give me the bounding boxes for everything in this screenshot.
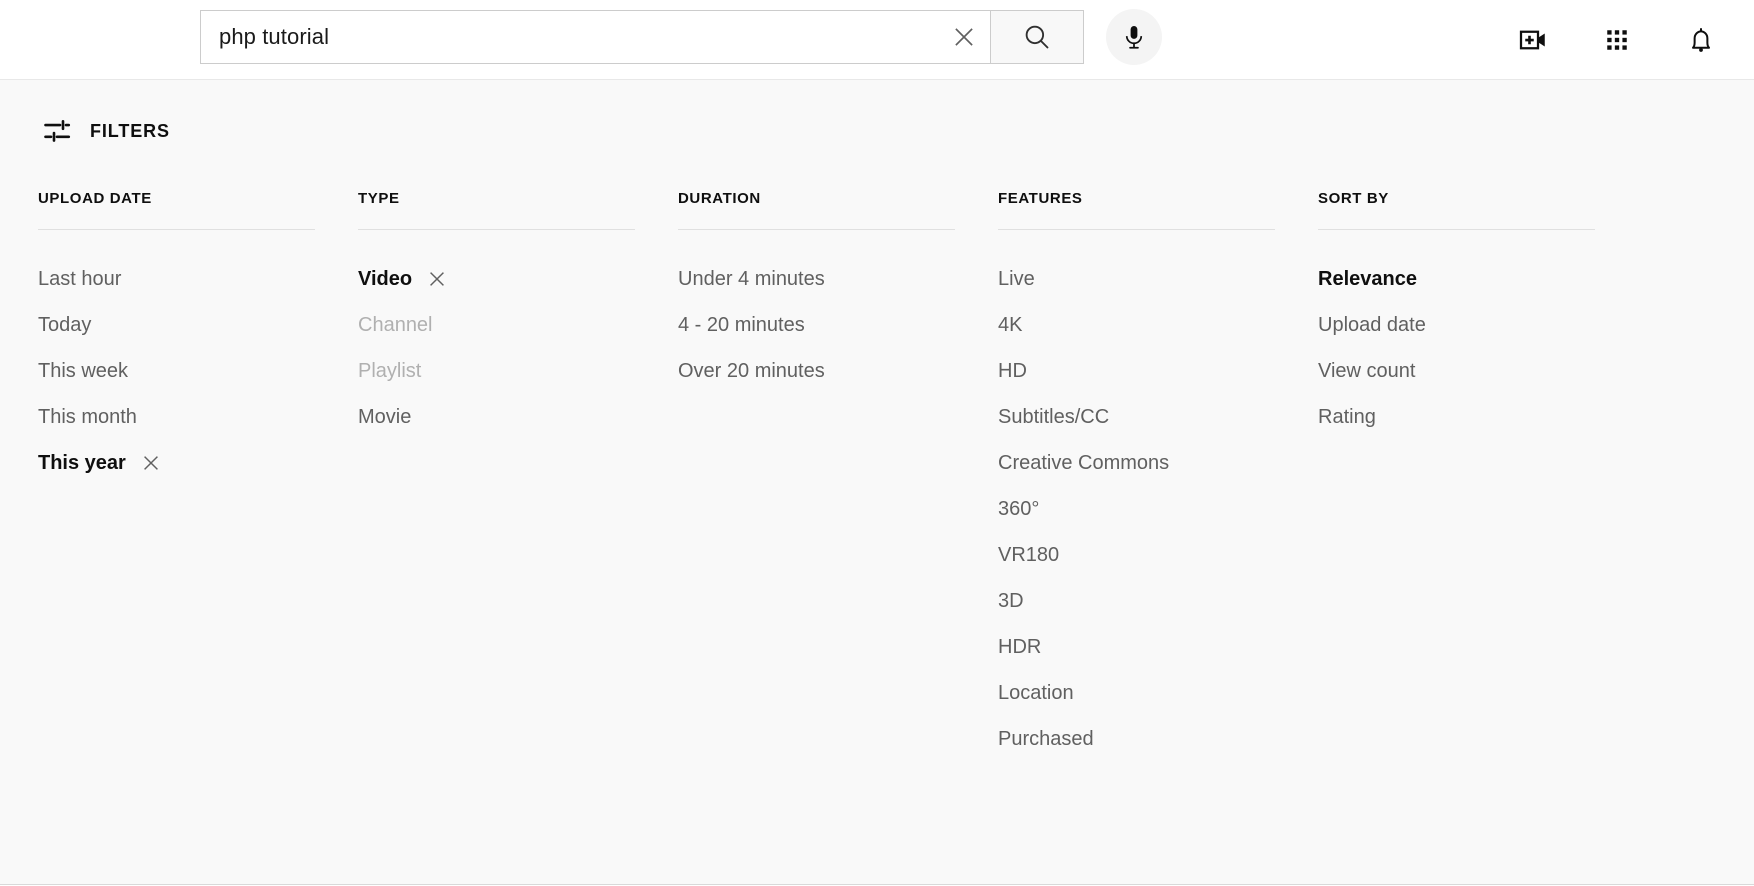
create-video-icon xyxy=(1518,25,1548,55)
filter-option-playlist: Playlist xyxy=(358,348,421,394)
search-submit-button[interactable] xyxy=(990,10,1084,64)
filter-option-4k[interactable]: 4K xyxy=(998,302,1022,348)
voice-search-button[interactable] xyxy=(1106,9,1162,65)
column-divider xyxy=(38,229,315,230)
filter-option-vr180[interactable]: VR180 xyxy=(998,532,1059,578)
filter-option-label: Subtitles/CC xyxy=(998,406,1109,429)
filter-column-features: FEATURES Live 4K HD Subtitles/CC Creativ… xyxy=(998,190,1318,762)
filter-column-type: TYPE Video Channel Playlist Movie xyxy=(358,190,678,762)
filter-option-this-week[interactable]: This week xyxy=(38,348,128,394)
filter-option-purchased[interactable]: Purchased xyxy=(998,716,1094,762)
filter-option-4-20-minutes[interactable]: 4 - 20 minutes xyxy=(678,302,805,348)
filter-option-channel: Channel xyxy=(358,302,433,348)
sort-option-rating[interactable]: Rating xyxy=(1318,394,1376,440)
filter-option-3d[interactable]: 3D xyxy=(998,578,1024,624)
filter-column-duration: DURATION Under 4 minutes 4 - 20 minutes … xyxy=(678,190,998,762)
filter-option-label: 360° xyxy=(998,498,1039,521)
filter-column-upload-date: UPLOAD DATE Last hour Today This week Th… xyxy=(38,190,358,762)
filter-panel: FILTERS UPLOAD DATE Last hour Today This… xyxy=(0,80,1754,885)
filter-column-title: TYPE xyxy=(358,190,678,229)
filter-option-label: Under 4 minutes xyxy=(678,268,825,291)
filter-option-label: 4K xyxy=(998,314,1022,337)
filter-option-label: This year xyxy=(38,452,126,475)
search-area xyxy=(200,9,1162,65)
filter-option-today[interactable]: Today xyxy=(38,302,91,348)
close-icon xyxy=(951,24,977,50)
filter-option-movie[interactable]: Movie xyxy=(358,394,411,440)
filter-option-hd[interactable]: HD xyxy=(998,348,1027,394)
notifications-bell-icon xyxy=(1686,25,1716,55)
filter-option-label: Creative Commons xyxy=(998,452,1169,475)
masthead xyxy=(0,0,1754,80)
filter-option-last-hour[interactable]: Last hour xyxy=(38,256,121,302)
header-icon-group xyxy=(1512,0,1722,80)
filter-option-label: Purchased xyxy=(998,728,1094,751)
filter-option-creative-commons[interactable]: Creative Commons xyxy=(998,440,1169,486)
filter-option-label: Movie xyxy=(358,406,411,429)
notifications-button[interactable] xyxy=(1680,19,1722,61)
filter-option-location[interactable]: Location xyxy=(998,670,1074,716)
filter-option-label: Channel xyxy=(358,314,433,337)
column-divider xyxy=(678,229,955,230)
apps-grid-icon xyxy=(1604,27,1630,53)
filters-label: FILTERS xyxy=(90,121,170,142)
search-box[interactable] xyxy=(200,10,990,64)
column-divider xyxy=(1318,229,1595,230)
filter-option-label: 3D xyxy=(998,590,1024,613)
column-divider xyxy=(358,229,635,230)
filter-option-live[interactable]: Live xyxy=(998,256,1035,302)
create-video-button[interactable] xyxy=(1512,19,1554,61)
filter-option-label: 4 - 20 minutes xyxy=(678,314,805,337)
microphone-icon xyxy=(1120,23,1148,51)
filter-option-label: Relevance xyxy=(1318,268,1417,291)
filter-option-label: View count xyxy=(1318,360,1415,383)
filter-column-title: FEATURES xyxy=(998,190,1318,229)
filter-option-label: This month xyxy=(38,406,137,429)
search-input[interactable] xyxy=(217,23,938,51)
filter-column-title: DURATION xyxy=(678,190,998,229)
filter-option-label: Last hour xyxy=(38,268,121,291)
sort-option-view-count[interactable]: View count xyxy=(1318,348,1415,394)
filter-option-label: This week xyxy=(38,360,128,383)
filter-column-title: UPLOAD DATE xyxy=(38,190,358,229)
filter-option-under-4-minutes[interactable]: Under 4 minutes xyxy=(678,256,825,302)
youtube-apps-button[interactable] xyxy=(1596,19,1638,61)
filter-option-label: Live xyxy=(998,268,1035,291)
filter-option-this-year[interactable]: This year xyxy=(38,440,162,486)
sort-option-relevance[interactable]: Relevance xyxy=(1318,256,1417,302)
filter-option-hdr[interactable]: HDR xyxy=(998,624,1041,670)
filter-option-label: Upload date xyxy=(1318,314,1426,337)
filters-toggle[interactable]: FILTERS xyxy=(0,80,230,146)
filter-option-label: Playlist xyxy=(358,360,421,383)
filter-option-label: Video xyxy=(358,268,412,291)
filter-option-label: VR180 xyxy=(998,544,1059,567)
sort-option-upload-date[interactable]: Upload date xyxy=(1318,302,1426,348)
filter-option-label: Over 20 minutes xyxy=(678,360,825,383)
filter-column-title: SORT BY xyxy=(1318,190,1638,229)
tune-filter-icon xyxy=(42,116,72,146)
filter-option-label: HDR xyxy=(998,636,1041,659)
filter-option-over-20-minutes[interactable]: Over 20 minutes xyxy=(678,348,825,394)
search-icon xyxy=(1022,22,1052,52)
filter-option-subtitles-cc[interactable]: Subtitles/CC xyxy=(998,394,1109,440)
filter-columns: UPLOAD DATE Last hour Today This week Th… xyxy=(0,146,1754,762)
column-divider xyxy=(998,229,1275,230)
filter-option-label: Rating xyxy=(1318,406,1376,429)
filter-column-sort-by: SORT BY Relevance Upload date View count… xyxy=(1318,190,1638,762)
close-icon[interactable] xyxy=(426,268,448,290)
filter-option-video[interactable]: Video xyxy=(358,256,448,302)
filter-option-this-month[interactable]: This month xyxy=(38,394,137,440)
filter-option-360[interactable]: 360° xyxy=(998,486,1039,532)
filter-option-label: Today xyxy=(38,314,91,337)
close-icon[interactable] xyxy=(140,452,162,474)
clear-search-button[interactable] xyxy=(938,11,990,63)
filter-option-label: HD xyxy=(998,360,1027,383)
filter-option-label: Location xyxy=(998,682,1074,705)
